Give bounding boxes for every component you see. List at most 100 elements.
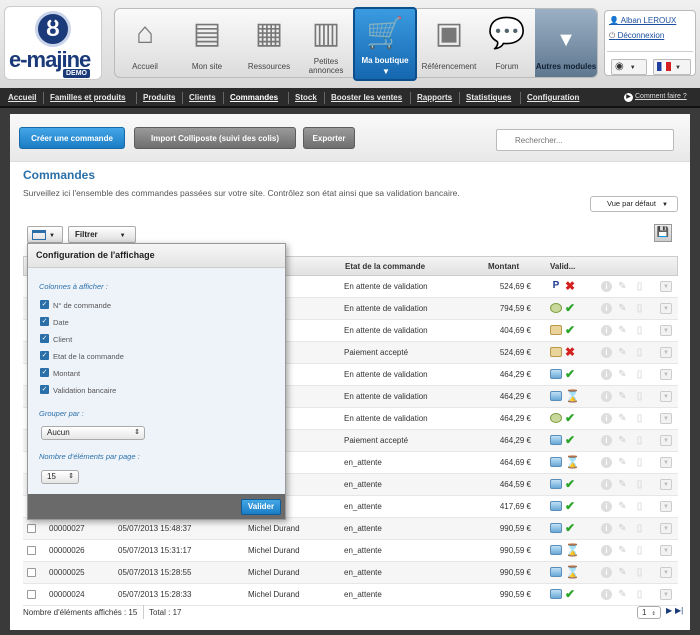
checkbox-checked-icon[interactable]: ✓ [40, 334, 49, 343]
document-icon[interactable]: ▯ [634, 325, 645, 336]
checkbox-checked-icon[interactable]: ✓ [40, 368, 49, 377]
row-actions-dropdown[interactable]: ▼ [660, 545, 672, 556]
subnav-stock[interactable]: Stock [295, 93, 317, 102]
nav-petites-annonces[interactable]: ▥ Petites annonces [301, 9, 351, 79]
row-actions-dropdown[interactable]: ▼ [660, 479, 672, 490]
row-actions-dropdown[interactable]: ▼ [660, 281, 672, 292]
logout-link[interactable]: ⏻ Déconnexion [609, 31, 664, 41]
next-page-icon[interactable]: ▶ [666, 606, 672, 615]
last-page-icon[interactable]: ▶| [675, 606, 683, 615]
document-icon[interactable]: ▯ [634, 413, 645, 424]
edit-icon[interactable]: ✎ [617, 501, 628, 512]
info-icon[interactable]: i [601, 435, 612, 446]
row-actions-dropdown[interactable]: ▼ [660, 567, 672, 578]
info-icon[interactable]: i [601, 589, 612, 600]
search-input[interactable] [496, 129, 674, 151]
subnav-familles-produits[interactable]: Familles et produits [50, 93, 126, 102]
subnav-statistiques[interactable]: Statistiques [466, 93, 511, 102]
subnav-booster-ventes[interactable]: Booster les ventes [331, 93, 402, 102]
row-actions-dropdown[interactable]: ▼ [660, 325, 672, 336]
table-row[interactable]: 00000026 05/07/2013 15:31:17 Michel Durand… [23, 540, 678, 562]
subnav-accueil[interactable]: Accueil [8, 93, 36, 102]
edit-icon[interactable]: ✎ [617, 567, 628, 578]
row-actions-dropdown[interactable]: ▼ [660, 435, 672, 446]
checkbox-checked-icon[interactable]: ✓ [40, 351, 49, 360]
table-row[interactable]: 00000025 05/07/2013 15:28:55 Michel Durand… [23, 562, 678, 584]
help-link[interactable]: ▶ Comment faire ? [624, 93, 687, 102]
subnav-configuration[interactable]: Configuration [527, 93, 579, 102]
view-select[interactable]: Vue par défaut ▼ [590, 196, 678, 212]
edit-icon[interactable]: ✎ [617, 523, 628, 534]
edit-icon[interactable]: ✎ [617, 457, 628, 468]
checkbox-checked-icon[interactable]: ✓ [40, 385, 49, 394]
info-icon[interactable]: i [601, 391, 612, 402]
document-icon[interactable]: ▯ [634, 347, 645, 358]
checkbox-checked-icon[interactable]: ✓ [40, 300, 49, 309]
col-amount-header[interactable]: Montant [488, 262, 519, 271]
profile-select[interactable]: ◉ ▼ [611, 59, 647, 75]
document-icon[interactable]: ▯ [634, 567, 645, 578]
info-icon[interactable]: i [601, 413, 612, 424]
row-checkbox[interactable] [27, 568, 36, 577]
checkbox-checked-icon[interactable]: ✓ [40, 317, 49, 326]
document-icon[interactable]: ▯ [634, 457, 645, 468]
nav-accueil[interactable]: ⌂ Accueil [115, 9, 175, 79]
page-select[interactable]: 1 ⇕ [637, 606, 661, 619]
row-actions-dropdown[interactable]: ▼ [660, 347, 672, 358]
document-icon[interactable]: ▯ [634, 501, 645, 512]
save-icon[interactable]: 💾 [654, 224, 672, 242]
subnav-produits[interactable]: Produits [143, 93, 175, 102]
nav-ma-boutique[interactable]: 🛒 Ma boutique ▼ [353, 7, 417, 81]
nav-autres-modules[interactable]: ▼ Autres modules [535, 9, 597, 77]
edit-icon[interactable]: ✎ [617, 589, 628, 600]
validate-button[interactable]: Valider [241, 499, 281, 515]
edit-icon[interactable]: ✎ [617, 347, 628, 358]
row-actions-dropdown[interactable]: ▼ [660, 413, 672, 424]
info-icon[interactable]: i [601, 567, 612, 578]
info-icon[interactable]: i [601, 303, 612, 314]
info-icon[interactable]: i [601, 523, 612, 534]
row-checkbox[interactable] [27, 546, 36, 555]
info-icon[interactable]: i [601, 325, 612, 336]
per-page-select[interactable]: 15 ⇕ [41, 470, 79, 484]
subnav-rapports[interactable]: Rapports [417, 93, 452, 102]
edit-icon[interactable]: ✎ [617, 479, 628, 490]
edit-icon[interactable]: ✎ [617, 413, 628, 424]
document-icon[interactable]: ▯ [634, 369, 645, 380]
row-checkbox[interactable] [27, 590, 36, 599]
document-icon[interactable]: ▯ [634, 589, 645, 600]
document-icon[interactable]: ▯ [634, 545, 645, 556]
subnav-commandes[interactable]: Commandes [230, 93, 278, 102]
document-icon[interactable]: ▯ [634, 523, 645, 534]
edit-icon[interactable]: ✎ [617, 325, 628, 336]
info-icon[interactable]: i [601, 347, 612, 358]
export-button[interactable]: Exporter [303, 127, 355, 149]
nav-forum[interactable]: 💬 Forum [481, 9, 533, 79]
col-validation-header[interactable]: Valid... [550, 262, 575, 271]
info-icon[interactable]: i [601, 457, 612, 468]
edit-icon[interactable]: ✎ [617, 435, 628, 446]
col-status-header[interactable]: Etat de la commande [345, 262, 425, 271]
info-icon[interactable]: i [601, 479, 612, 490]
row-actions-dropdown[interactable]: ▼ [660, 589, 672, 600]
row-actions-dropdown[interactable]: ▼ [660, 457, 672, 468]
subnav-clients[interactable]: Clients [189, 93, 216, 102]
edit-icon[interactable]: ✎ [617, 391, 628, 402]
row-actions-dropdown[interactable]: ▼ [660, 523, 672, 534]
row-actions-dropdown[interactable]: ▼ [660, 303, 672, 314]
user-name-link[interactable]: 👤 Alban LEROUX [609, 16, 676, 25]
edit-icon[interactable]: ✎ [617, 545, 628, 556]
info-icon[interactable]: i [601, 369, 612, 380]
edit-icon[interactable]: ✎ [617, 369, 628, 380]
row-actions-dropdown[interactable]: ▼ [660, 369, 672, 380]
row-checkbox[interactable] [27, 524, 36, 533]
row-actions-dropdown[interactable]: ▼ [660, 391, 672, 402]
info-icon[interactable]: i [601, 281, 612, 292]
edit-icon[interactable]: ✎ [617, 281, 628, 292]
nav-referencement[interactable]: ▣ Référencement [419, 9, 479, 79]
document-icon[interactable]: ▯ [634, 435, 645, 446]
nav-ressources[interactable]: ▦ Ressources [239, 9, 299, 79]
info-icon[interactable]: i [601, 545, 612, 556]
create-order-button[interactable]: Créer une commande [19, 127, 125, 149]
document-icon[interactable]: ▯ [634, 303, 645, 314]
